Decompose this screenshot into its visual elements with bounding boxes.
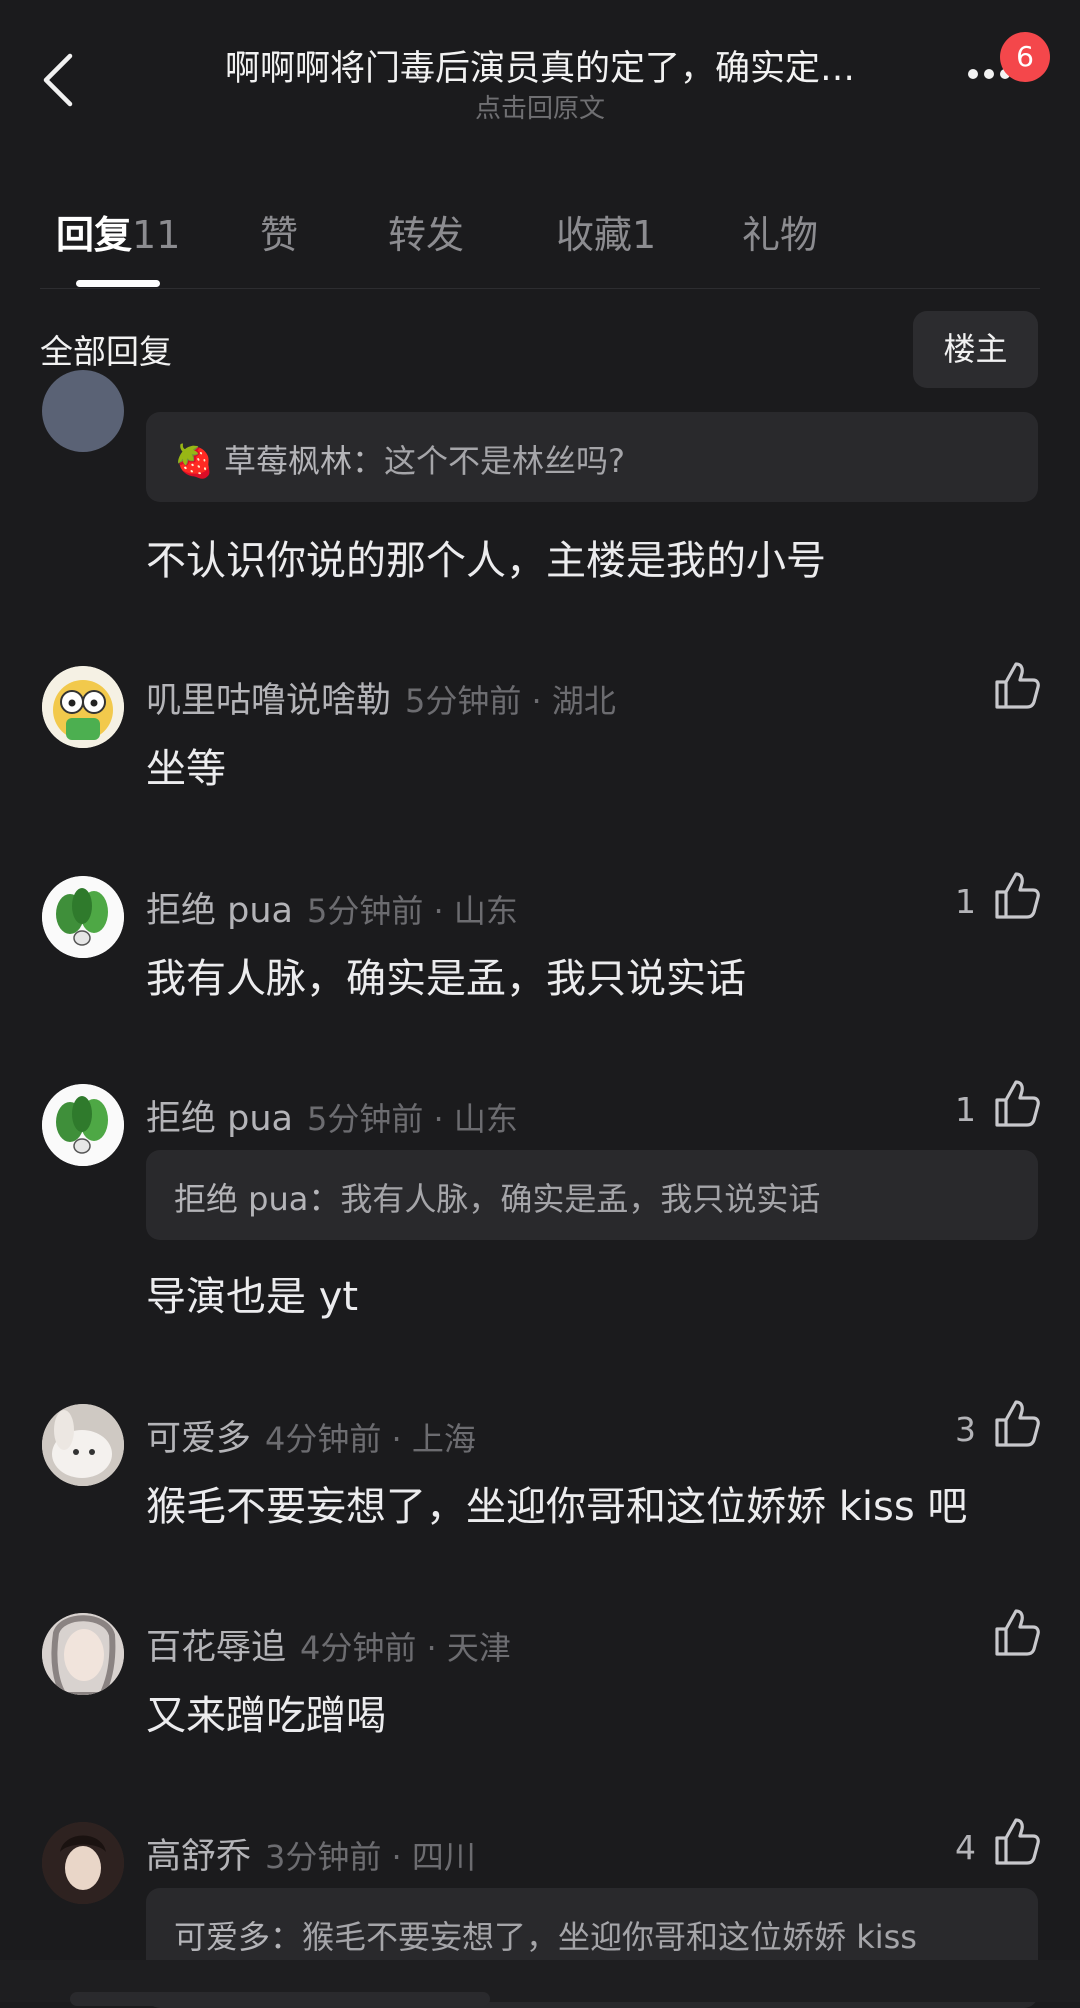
quoted-user-name: 拒绝 pua： [174, 1180, 341, 1218]
avatar[interactable] [42, 1613, 124, 1695]
thumbs-up-icon [995, 872, 1040, 919]
thumbs-up-icon [995, 1609, 1040, 1656]
reply-input-bar[interactable] [70, 1992, 490, 2006]
like-button[interactable]: 3 [900, 1398, 1040, 1458]
quoted-text: 我有人脉，确实是孟，我只说实话 [340, 1180, 821, 1218]
dot-icon [968, 69, 978, 79]
avatar[interactable] [42, 876, 124, 958]
strawberry-icon: 🍓 [174, 442, 214, 480]
thumbs-up-icon [995, 1818, 1040, 1865]
quoted-reply[interactable]: 拒绝 pua：我有人脉，确实是孟，我只说实话 [146, 1150, 1038, 1240]
like-button[interactable]: 1 [900, 870, 1040, 930]
thumbs-up-icon [995, 1080, 1040, 1127]
quoted-text: 猴毛不要妄想了，坐迎你哥和这位娇娇 kiss [302, 1918, 917, 1956]
comment-text: 坐等 [146, 746, 226, 792]
top-bar: 啊啊啊将门毒后演员真的定了，确实定… 点击回原文 6 [0, 0, 1080, 140]
bunny-avatar-icon [42, 1404, 124, 1486]
thumbs-up-icon [995, 1400, 1040, 1447]
user-name[interactable]: 可爱多 [146, 1419, 251, 1459]
like-button[interactable]: 1 [900, 1078, 1040, 1138]
like-button[interactable]: 4 [900, 1816, 1040, 1876]
user-name[interactable]: 拒绝 pua [146, 1099, 293, 1139]
comment-meta: 5分钟前 · 湖北 [405, 682, 616, 720]
comment-text: 猴毛不要妄想了，坐迎你哥和这位娇娇 kiss 吧 [146, 1484, 968, 1530]
comment-text: 导演也是 yt [146, 1274, 359, 1320]
like-count: 3 [955, 1410, 976, 1449]
quoted-text: 这个不是林丝吗? [384, 442, 626, 480]
comment-meta: 3分钟前 · 四川 [265, 1838, 476, 1876]
avatar[interactable] [42, 1404, 124, 1486]
tab-bar: 回复11 赞 转发 收藏1 礼物 [0, 190, 1080, 290]
tab-count: 1 [632, 213, 657, 257]
like-count: 1 [955, 1090, 976, 1129]
user-name[interactable]: 百花辱追 [146, 1628, 286, 1668]
like-count: 1 [955, 882, 976, 921]
quoted-user-name: 可爱多： [174, 1918, 303, 1956]
chevron-left-icon [43, 53, 73, 107]
comment-meta: 4分钟前 · 天津 [300, 1629, 511, 1667]
tab-replies[interactable]: 回复11 [56, 204, 180, 259]
quoted-user-name: 草莓枫林： [224, 442, 385, 480]
like-button[interactable] [900, 660, 1040, 720]
comment-text: 我有人脉，确实是孟，我只说实话 [146, 956, 746, 1002]
user-name[interactable]: 高舒乔 [146, 1837, 251, 1877]
tab-favorites[interactable]: 收藏1 [556, 204, 656, 259]
avatar[interactable] [42, 1084, 124, 1166]
user-name[interactable]: 拒绝 pua [146, 891, 293, 931]
comment-meta: 5分钟前 · 山东 [306, 892, 518, 930]
back-button[interactable] [40, 50, 80, 110]
divider [40, 288, 1040, 289]
all-replies-label[interactable]: 全部回复 [40, 325, 172, 373]
comment-meta: 5分钟前 · 山东 [306, 1100, 518, 1138]
tab-count: 11 [132, 213, 181, 257]
avatar[interactable] [42, 370, 124, 452]
comment-meta: 4分钟前 · 上海 [265, 1420, 476, 1458]
op-only-button[interactable]: 楼主 [913, 311, 1038, 388]
dot-icon [984, 69, 994, 79]
comment-text: 又来蹭吃蹭喝 [146, 1693, 386, 1739]
notification-badge: 6 [1000, 32, 1050, 82]
thumbs-up-icon [995, 662, 1040, 709]
tab-reposts[interactable]: 转发 [388, 204, 464, 259]
filter-bar: 全部回复 楼主 [0, 305, 1080, 405]
user-name[interactable]: 叽里咕噜说啥勒 [146, 681, 391, 721]
plant-avatar-icon [42, 876, 124, 958]
plant-avatar-icon [42, 1084, 124, 1166]
tab-likes[interactable]: 赞 [260, 204, 298, 259]
comment-text: 不认识你说的那个人，主楼是我的小号 [146, 538, 826, 584]
like-button[interactable] [900, 1607, 1040, 1667]
portrait-avatar-icon [42, 1822, 124, 1904]
avatar[interactable] [42, 1822, 124, 1904]
emoji-face-icon [42, 666, 124, 748]
avatar[interactable] [42, 666, 124, 748]
tab-gifts[interactable]: 礼物 [742, 204, 818, 259]
post-title[interactable]: 啊啊啊将门毒后演员真的定了，确实定… [160, 40, 920, 91]
like-count: 4 [955, 1828, 976, 1867]
back-to-original-link[interactable]: 点击回原文 [160, 88, 920, 125]
active-tab-indicator [76, 280, 160, 287]
quoted-reply[interactable]: 🍓 草莓枫林：这个不是林丝吗? [146, 412, 1038, 502]
portrait-avatar-icon [42, 1613, 124, 1695]
